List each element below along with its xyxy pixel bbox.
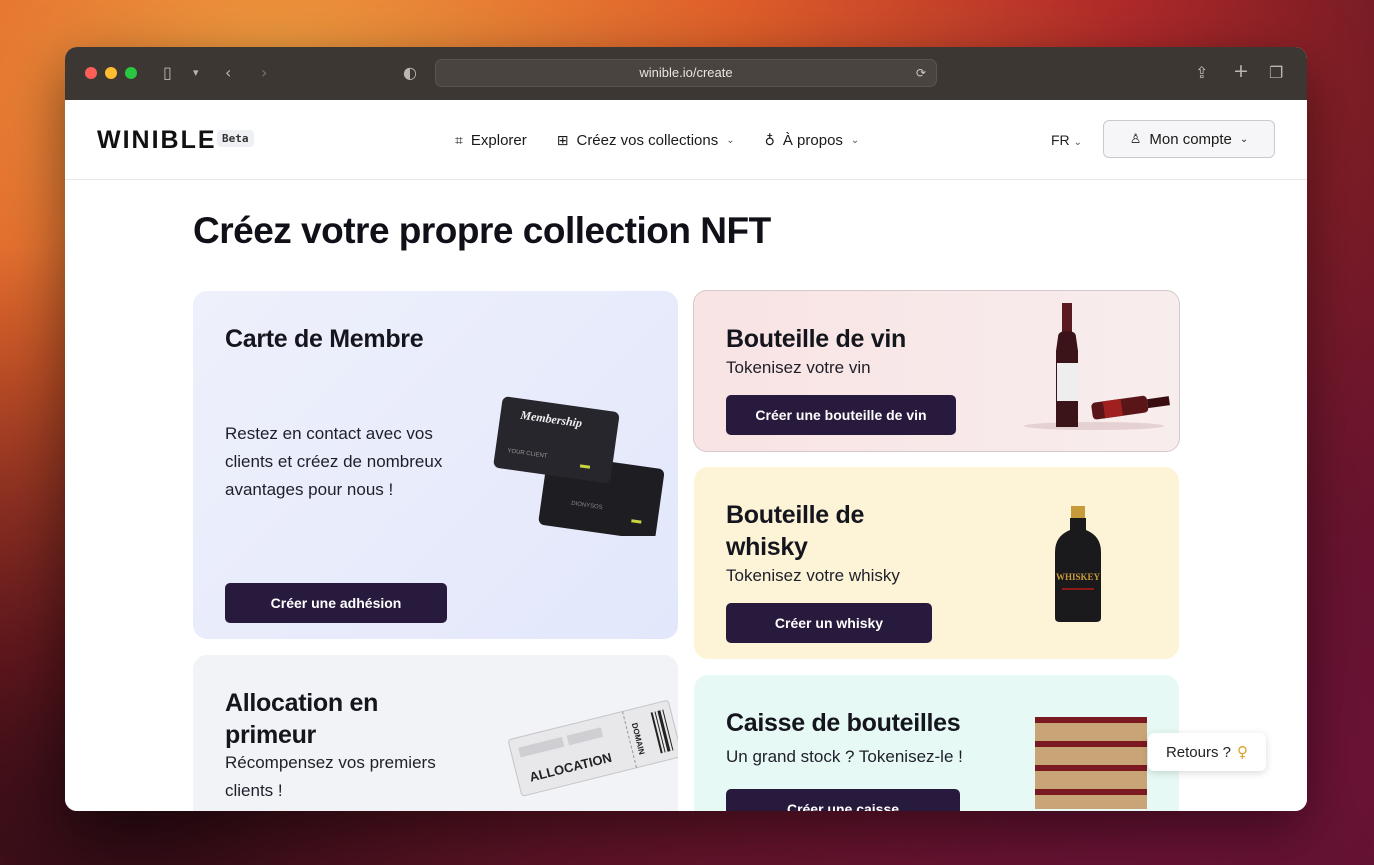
site-header: WINIBLE Beta ⌗ Explorer ⊞ Créez vos coll…: [65, 100, 1307, 180]
browser-window: ▯ ▾ ‹ › ◐ winible.io/create ⟳ ⇪ + ❐ WINI…: [65, 47, 1307, 811]
browser-titlebar: ▯ ▾ ‹ › ◐ winible.io/create ⟳ ⇪ + ❐: [65, 47, 1307, 100]
main-menu: ⌗ Explorer ⊞ Créez vos collections ⌄ ♁ À…: [455, 132, 859, 149]
card-wine[interactable]: Bouteille de vin Tokenisez votre vin Cré…: [693, 290, 1180, 452]
user-icon: ♙: [1129, 131, 1142, 147]
lightbulb-icon: ♁: [764, 132, 775, 149]
page-title: Créez votre propre collection NFT: [193, 210, 771, 251]
nav-about[interactable]: ♁ À propos ⌄: [765, 132, 860, 149]
feedback-label: Retours ?: [1165, 743, 1232, 761]
card-membership[interactable]: Carte de Membre Restez en contact avec v…: [193, 291, 678, 639]
whisky-bottle-image: WHISKEY: [1055, 506, 1101, 622]
language-label: FR: [1051, 132, 1070, 148]
allocation-ticket-image: ALLOCATION DOMAIN: [508, 700, 678, 797]
card-membership-title: Carte de Membre: [225, 325, 424, 353]
nav-explorer[interactable]: ⌗ Explorer: [455, 132, 527, 149]
card-wine-sub: Tokenisez votre vin: [726, 358, 871, 377]
chevron-down-icon: ⌄: [850, 135, 860, 146]
create-whisky-button[interactable]: Créer un whisky: [726, 603, 932, 643]
card-case[interactable]: Caisse de bouteilles Un grand stock ? To…: [694, 675, 1179, 811]
beta-badge: Beta: [217, 130, 254, 147]
explore-icon: ⌗: [455, 132, 463, 149]
create-case-button[interactable]: Créer une caisse: [726, 789, 960, 811]
address-bar[interactable]: winible.io/create ⟳: [435, 59, 937, 87]
card-whisky[interactable]: Bouteille de whisky Tokenisez votre whis…: [694, 467, 1179, 659]
nav-explorer-label: Explorer: [470, 132, 527, 149]
tab-overview-icon[interactable]: ❐: [1269, 63, 1283, 82]
card-allocation-sub: Récompensez vos premiers clients !: [225, 753, 436, 800]
card-wine-title: Bouteille de vin: [726, 325, 906, 353]
minimize-window-button[interactable]: [105, 67, 117, 79]
window-controls: [85, 67, 137, 79]
nav-about-label: À propos: [782, 132, 843, 149]
feedback-button[interactable]: Retours ? ♀: [1148, 733, 1266, 771]
close-window-button[interactable]: [85, 67, 97, 79]
privacy-shield-icon[interactable]: ◐: [403, 63, 417, 82]
whisky-label-text: WHISKEY: [1056, 572, 1101, 582]
chevron-down-icon: ⌄: [1239, 133, 1249, 145]
chevron-down-icon: ⌄: [1073, 137, 1082, 148]
card-case-sub: Un grand stock ? Tokenisez-le !: [726, 747, 963, 766]
create-membership-button[interactable]: Créer une adhésion: [225, 583, 447, 623]
sidebar-toggle-icon[interactable]: ▯: [163, 63, 172, 82]
chevron-down-icon[interactable]: ▾: [193, 66, 199, 79]
plus-square-icon: ⊞: [556, 132, 569, 149]
lightbulb-icon: ♀: [1237, 743, 1249, 761]
account-label: Mon compte: [1149, 130, 1232, 148]
new-tab-icon[interactable]: +: [1233, 60, 1249, 82]
forward-arrow-icon[interactable]: ›: [261, 63, 267, 82]
bottle-cases-image: [1035, 717, 1147, 809]
nav-create-label: Créez vos collections: [576, 132, 719, 149]
zoom-window-button[interactable]: [125, 67, 137, 79]
card-whisky-title: Bouteille de whisky: [726, 501, 865, 561]
back-arrow-icon[interactable]: ‹: [225, 63, 231, 82]
card-membership-desc: Restez en contact avec vos clients et cr…: [225, 424, 443, 499]
account-button[interactable]: ♙ Mon compte ⌄: [1103, 120, 1275, 158]
reload-icon[interactable]: ⟳: [916, 60, 926, 86]
card-whisky-sub: Tokenisez votre whisky: [726, 566, 900, 585]
chevron-down-icon: ⌄: [726, 135, 735, 146]
share-icon[interactable]: ⇪: [1195, 63, 1208, 82]
site-logo[interactable]: WINIBLE: [97, 126, 217, 155]
card-case-title: Caisse de bouteilles: [726, 709, 961, 737]
url-text: winible.io/create: [639, 65, 733, 80]
language-selector[interactable]: FR ⌄: [1051, 132, 1082, 148]
card-allocation-title: Allocation en primeur: [225, 689, 379, 749]
page-content: Créez votre propre collection NFT Carte …: [65, 180, 1307, 811]
create-wine-button[interactable]: Créer une bouteille de vin: [726, 395, 956, 435]
nav-create-collections[interactable]: ⊞ Créez vos collections ⌄: [557, 132, 735, 149]
card-allocation[interactable]: Allocation en primeur Récompensez vos pr…: [193, 655, 678, 811]
membership-cards-image: DIONYSOS Membership YOUR CLIENT: [493, 396, 665, 536]
wine-bottles-image: [1024, 303, 1170, 430]
